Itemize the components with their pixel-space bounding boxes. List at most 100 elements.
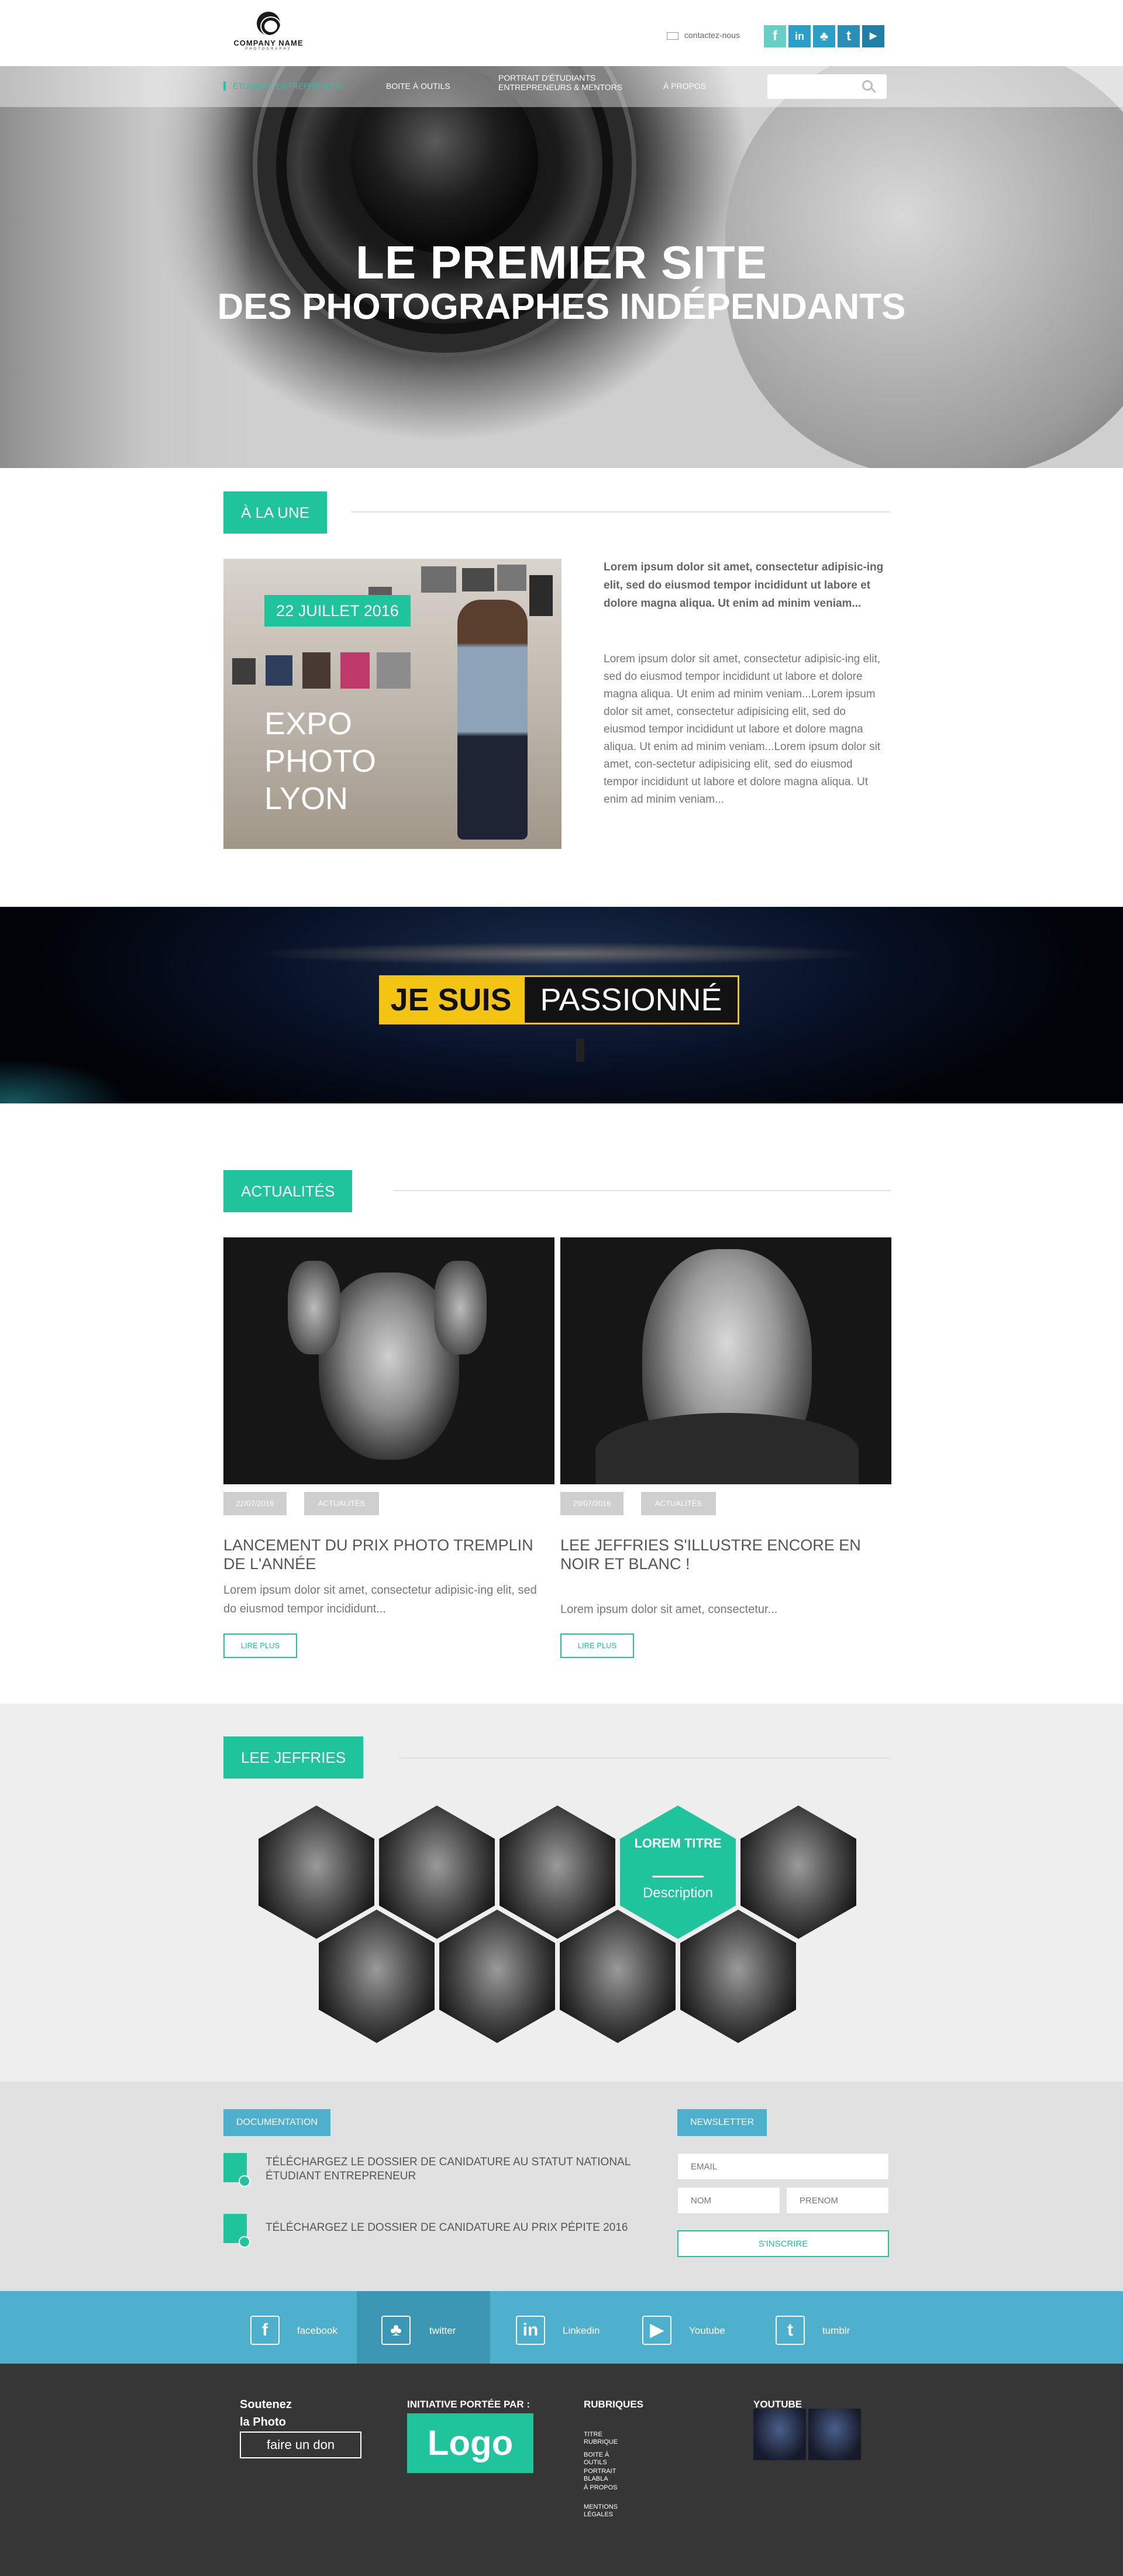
company-logo[interactable]: COMPANY NAME PHOTOGRAPHY xyxy=(230,12,306,54)
prenom-field[interactable] xyxy=(786,2187,889,2214)
partner-logo[interactable]: Logo xyxy=(407,2413,533,2473)
nav-item-1[interactable]: ÉTUDIANT ENTREPRENEUR xyxy=(223,81,344,91)
hero-title: LE PREMIER SITE xyxy=(356,236,767,288)
search-icon[interactable] xyxy=(862,80,873,91)
social-label-linkedin[interactable]: Linkedin xyxy=(563,2325,600,2337)
section-divider xyxy=(393,1190,890,1191)
news-excerpt: Lorem ipsum dolor sit amet, consectetur.… xyxy=(560,1603,778,1616)
hero-subtitle: DES PHOTOGRAPHES INDÉPENDANTS xyxy=(217,287,906,327)
portrait-tile[interactable] xyxy=(259,1805,374,1939)
documentation-section: DOCUMENTATION TÉLÉCHARGEZ LE DOSSIER DE … xyxy=(0,2082,1123,2291)
site-footer xyxy=(0,2364,1123,2576)
read-more-button[interactable]: LIRE PLUS xyxy=(223,1633,297,1658)
section-divider xyxy=(351,511,890,513)
social-bar-active-item xyxy=(357,2291,490,2364)
une-intro: Lorem ipsum dolor sit amet, consectetur … xyxy=(604,561,884,610)
contact-link[interactable]: contactez-nous xyxy=(667,30,740,40)
nav-item-2[interactable]: BOITE À OUTILS xyxy=(386,81,450,91)
portrait-tile[interactable] xyxy=(740,1805,856,1939)
news-excerpt: Lorem ipsum dolor sit amet, consectetur … xyxy=(223,1584,537,1615)
une-body: Lorem ipsum dolor sit amet, consectetur … xyxy=(604,653,881,806)
donate-button[interactable]: faire un don xyxy=(240,2431,361,2458)
email-field[interactable] xyxy=(677,2153,889,2180)
doc-link-statut[interactable]: TÉLÉCHARGEZ LE DOSSIER DE CANIDATURE AU … xyxy=(266,2155,652,2183)
nom-field[interactable] xyxy=(677,2187,780,2214)
social-label-twitter[interactable]: twitter xyxy=(429,2325,456,2337)
documentation-label: DOCUMENTATION xyxy=(223,2109,330,2136)
subscribe-button[interactable]: S'INSCRIRE xyxy=(677,2230,889,2257)
initiative-title: INITIATIVE PORTÉE PAR : xyxy=(407,2399,530,2410)
tumblr-icon[interactable]: t xyxy=(838,25,860,47)
featured-portrait-tile[interactable]: LOREM TITRE Description xyxy=(620,1805,736,1939)
document-download-icon[interactable] xyxy=(223,2214,250,2248)
nav-item-label: ENTREPRENEURS & MENTORS xyxy=(498,82,623,92)
youtube-video-thumb[interactable] xyxy=(808,2409,861,2460)
doc-link-pepite[interactable]: TÉLÉCHARGEZ LE DOSSIER DE CANIDATURE AU … xyxy=(266,2221,652,2235)
social-bar: f facebook ♣ twitter in Linkedin ▶ Youtube t tumb… xyxy=(0,2291,1123,2364)
promo-banner[interactable]: JE SUIS PASSIONNÉ xyxy=(0,907,1123,1103)
read-more-button[interactable]: LIRE PLUS xyxy=(560,1633,634,1658)
lee-jeffries-section: LEE JEFFRIES LOREM TITRE Description xyxy=(0,1704,1123,2082)
portrait-tile[interactable] xyxy=(560,1910,676,2043)
featured-image[interactable]: 22 JUILLET 2016 EXPO PHOTO LYON xyxy=(223,559,562,849)
tumblr-icon[interactable]: t xyxy=(776,2316,805,2345)
section-label-lee: LEE JEFFRIES xyxy=(223,1736,364,1779)
youtube-icon[interactable]: ▶ xyxy=(862,25,884,47)
linkedin-icon[interactable]: in xyxy=(788,25,811,47)
date-badge: 22 JUILLET 2016 xyxy=(264,595,411,627)
featured-description: Description xyxy=(642,1885,714,1901)
facebook-icon[interactable]: f xyxy=(250,2316,280,2345)
social-label-tumblr[interactable]: tumblr xyxy=(822,2325,850,2337)
portrait-tile[interactable] xyxy=(680,1910,796,2043)
youtube-icon[interactable]: ▶ xyxy=(642,2316,671,2345)
featured-divider xyxy=(652,1876,704,1877)
twitter-icon[interactable]: ♣ xyxy=(813,25,835,47)
main-navigation: ÉTUDIANT ENTREPRENEUR BOITE À OUTILS PORTR… xyxy=(0,66,1123,107)
document-download-icon[interactable] xyxy=(223,2153,250,2187)
news-card-image[interactable] xyxy=(560,1237,891,1484)
hero-banner: ÉTUDIANT ENTREPRENEUR BOITE À OUTILS PORTR… xyxy=(0,66,1123,468)
image-caption: EXPO PHOTO LYON xyxy=(264,706,377,816)
section-label-une: À LA UNE xyxy=(223,491,328,534)
social-label-facebook[interactable]: facebook xyxy=(297,2325,337,2337)
banner-word-2: PASSIONNÉ xyxy=(523,975,739,1024)
section-divider xyxy=(399,1758,890,1759)
contact-label: contactez-nous xyxy=(684,30,740,40)
nav-item-label: PORTRAIT D'ÉTUDIANTS xyxy=(498,73,596,82)
news-title[interactable]: LEE JEFFRIES S'ILLUSTRE ENCORE EN NOIR E… xyxy=(560,1536,876,1573)
support-title: Soutenez la Photo xyxy=(240,2398,292,2429)
featured-title: LOREM TITRE xyxy=(634,1836,722,1851)
linkedin-icon[interactable]: in xyxy=(516,2316,545,2345)
twitter-icon[interactable]: ♣ xyxy=(381,2316,411,2345)
news-tag-badge[interactable]: ACTUALITÉS xyxy=(304,1492,379,1515)
rubriques-title: RUBRIQUES xyxy=(584,2399,644,2410)
social-label-youtube[interactable]: Youtube xyxy=(689,2325,725,2337)
nav-item-label: BOITE À OUTILS xyxy=(386,81,450,91)
youtube-video-thumb[interactable] xyxy=(753,2409,806,2460)
camera-logo-icon xyxy=(257,12,280,35)
nav-item-label: À PROPOS xyxy=(663,81,707,91)
portrait-tile[interactable] xyxy=(379,1805,495,1939)
section-label-actualites: ACTUALITÉS xyxy=(223,1170,353,1212)
portrait-tile[interactable] xyxy=(319,1910,435,2043)
footer-link[interactable]: TITRE RUBRIQUE xyxy=(584,2431,631,2446)
visitor-figure xyxy=(457,600,528,840)
portrait-tile[interactable] xyxy=(439,1910,555,2043)
footer-link[interactable]: BOITE À OUTILS xyxy=(584,2451,631,2467)
news-title[interactable]: LANCEMENT DU PRIX PHOTO TREMPLIN DE L'AN… xyxy=(223,1536,539,1573)
portrait-tile[interactable] xyxy=(500,1805,615,1939)
logo-name: COMPANY NAME xyxy=(233,39,304,47)
site-header: COMPANY NAME PHOTOGRAPHY contactez-nous … xyxy=(0,0,1123,66)
nav-item-3[interactable]: PORTRAIT D'ÉTUDIANTS ENTREPRENEURS & MENT… xyxy=(498,73,622,92)
logo-subtitle: PHOTOGRAPHY xyxy=(245,47,292,51)
newsletter-label: NEWSLETTER xyxy=(677,2109,767,2136)
footer-link[interactable]: À PROPOS xyxy=(584,2484,631,2492)
banner-word-1: JE SUIS xyxy=(379,975,523,1024)
news-card-image[interactable] xyxy=(223,1237,554,1484)
footer-link[interactable]: MENTIONS LÉGALES xyxy=(584,2503,631,2519)
envelope-icon xyxy=(667,32,678,40)
facebook-icon[interactable]: f xyxy=(764,25,786,47)
nav-item-4[interactable]: À PROPOS xyxy=(663,81,706,91)
news-tag-badge[interactable]: ACTUALITÉS xyxy=(641,1492,716,1515)
footer-link[interactable]: PORTRAIT BLABLA xyxy=(584,2468,631,2483)
